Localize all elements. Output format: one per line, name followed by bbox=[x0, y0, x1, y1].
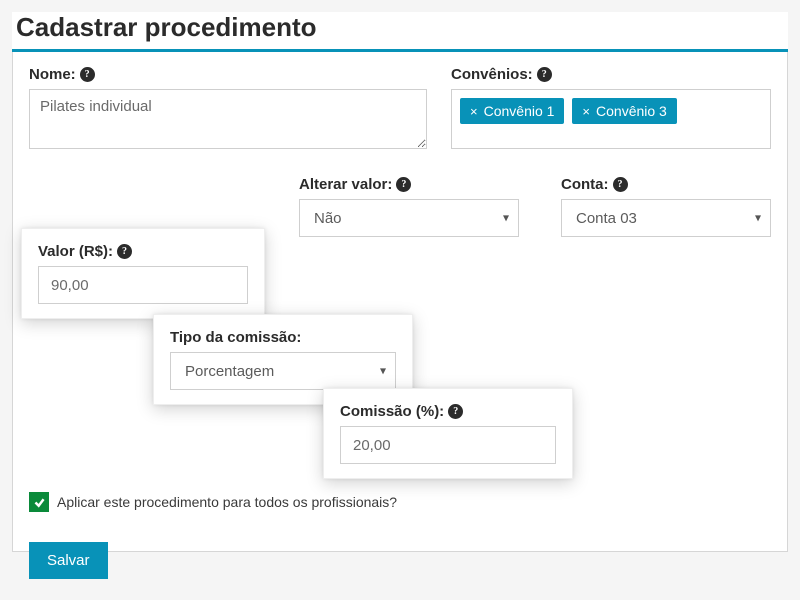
alterar-label: Alterar valor: ? bbox=[299, 176, 519, 193]
help-icon[interactable]: ? bbox=[613, 177, 628, 192]
form-body: Nome: ? Pilates individual Convênios: ? … bbox=[12, 52, 788, 552]
tipo-comissao-label: Tipo da comissão: bbox=[170, 329, 396, 346]
help-icon[interactable]: ? bbox=[537, 67, 552, 82]
convenio-chip[interactable]: × Convênio 3 bbox=[572, 98, 676, 124]
nome-label: Nome: ? bbox=[29, 66, 427, 83]
comissao-input[interactable] bbox=[340, 426, 556, 464]
tipo-comissao-select[interactable]: Porcentagem bbox=[170, 352, 396, 390]
remove-icon[interactable]: × bbox=[582, 104, 590, 119]
alterar-select[interactable]: Não bbox=[299, 199, 519, 237]
help-icon[interactable]: ? bbox=[396, 177, 411, 192]
remove-icon[interactable]: × bbox=[470, 104, 478, 119]
conta-field-group: Conta: ? Conta 03 bbox=[561, 176, 771, 237]
conta-label: Conta: ? bbox=[561, 176, 771, 193]
conta-select[interactable]: Conta 03 bbox=[561, 199, 771, 237]
check-icon bbox=[33, 496, 46, 509]
comissao-card: Comissão (%): ? bbox=[323, 388, 573, 479]
convenio-chip-label: Convênio 3 bbox=[596, 103, 667, 119]
nome-field-group: Nome: ? Pilates individual bbox=[29, 66, 427, 154]
alterar-field-group: Alterar valor: ? Não bbox=[299, 176, 519, 237]
apply-all-row: Aplicar este procedimento para todos os … bbox=[29, 492, 397, 512]
help-icon[interactable]: ? bbox=[117, 244, 132, 259]
save-button[interactable]: Salvar bbox=[29, 542, 108, 579]
register-procedure-panel: Cadastrar procedimento Nome: ? Pilates i… bbox=[12, 12, 788, 552]
convenios-box[interactable]: × Convênio 1 × Convênio 3 bbox=[451, 89, 771, 149]
valor-label: Valor (R$): ? bbox=[38, 243, 248, 260]
page-title: Cadastrar procedimento bbox=[12, 12, 788, 43]
help-icon[interactable]: ? bbox=[448, 404, 463, 419]
valor-card: Valor (R$): ? bbox=[21, 228, 265, 319]
valor-input[interactable] bbox=[38, 266, 248, 304]
convenio-chip-label: Convênio 1 bbox=[484, 103, 555, 119]
convenio-chip[interactable]: × Convênio 1 bbox=[460, 98, 564, 124]
comissao-label: Comissão (%): ? bbox=[340, 403, 556, 420]
convenios-field-group: Convênios: ? × Convênio 1 × Convênio 3 bbox=[451, 66, 771, 154]
nome-input[interactable]: Pilates individual bbox=[29, 89, 427, 149]
apply-all-checkbox[interactable] bbox=[29, 492, 49, 512]
convenios-label: Convênios: ? bbox=[451, 66, 771, 83]
help-icon[interactable]: ? bbox=[80, 67, 95, 82]
apply-all-label: Aplicar este procedimento para todos os … bbox=[57, 494, 397, 510]
